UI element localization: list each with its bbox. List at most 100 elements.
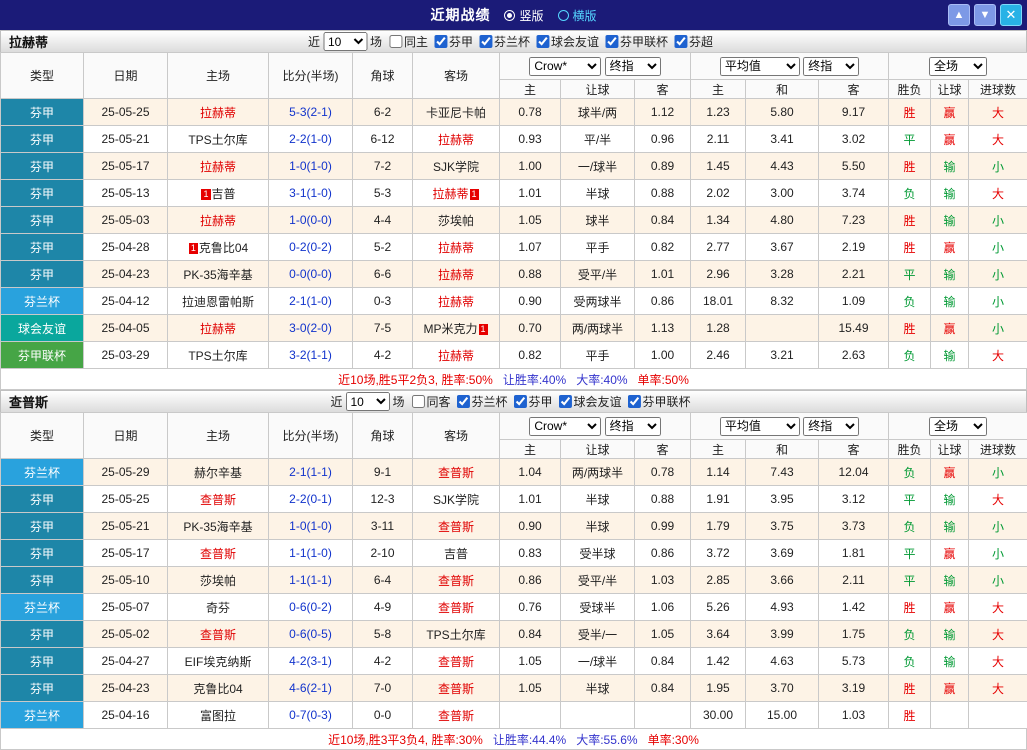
away-team-name[interactable]: MP米克力 [423,322,477,336]
checkbox-input[interactable] [674,35,687,48]
move-down-button[interactable]: ▼ [974,4,996,26]
away-team-name[interactable]: 莎埃帕 [438,214,474,228]
home-team-name[interactable]: 拉迪恩雷帕斯 [182,295,254,309]
match-row: 芬甲 25-04-27 EIF埃克纳斯 4-2(3-1) 4-2 查普斯 1.0… [1,648,1027,675]
away-team-name[interactable]: 拉赫蒂 [438,349,474,363]
away-team-name[interactable]: SJK学院 [433,493,479,507]
cell-home-team: 富图拉 [168,702,269,729]
home-team-name[interactable]: TPS土尔库 [188,133,247,147]
away-team-name[interactable]: 吉普 [444,547,468,561]
filter-checkbox-芬兰杯[interactable]: 芬兰杯 [479,33,530,50]
checkbox-input[interactable] [411,395,424,408]
away-team-name[interactable]: 查普斯 [438,709,474,723]
bookmaker-select[interactable]: Crow* [529,57,601,76]
filter-checkbox-芬超[interactable]: 芬超 [674,33,713,50]
home-team-name[interactable]: TPS土尔库 [188,349,247,363]
checkbox-input[interactable] [434,35,447,48]
home-team-name[interactable]: PK-35海辛基 [183,268,252,282]
home-team-name[interactable]: PK-35海辛基 [183,520,252,534]
away-team-name[interactable]: 查普斯 [438,520,474,534]
filter-checkbox-芬甲联杯[interactable]: 芬甲联杯 [628,393,691,410]
close-button[interactable]: ✕ [1000,4,1022,26]
cell-goals: 大 [969,648,1027,675]
move-up-button[interactable]: ▲ [948,4,970,26]
filter-checkbox-芬甲[interactable]: 芬甲 [514,393,553,410]
away-team-name[interactable]: 拉赫蒂 [438,241,474,255]
cell-euro-away-odds: 2.11 [819,567,889,594]
cell-score: 0-0(0-0) [269,261,353,288]
filter-checkbox-芬兰杯[interactable]: 芬兰杯 [456,393,507,410]
home-team-name[interactable]: 吉普 [212,187,236,201]
home-team-name[interactable]: 克鲁比04 [193,682,242,696]
away-team-name[interactable]: SJK学院 [433,160,479,174]
away-team-name[interactable]: 拉赫蒂 [438,295,474,309]
away-team-name[interactable]: 拉赫蒂 [432,187,468,201]
euro-odds-stage-select[interactable]: 终指 [803,417,859,436]
asia-odds-header: Crow* 终指 [500,53,691,80]
euro-odds-header: 平均值 终指 [691,53,889,80]
filter-checkbox-同客[interactable]: 同客 [411,393,450,410]
window-buttons: ▲ ▼ ✕ [948,4,1022,26]
asia-odds-stage-select[interactable]: 终指 [605,417,661,436]
cell-corners: 7-2 [353,153,413,180]
cell-asia-away-odds: 1.12 [635,99,691,126]
checkbox-label: 同主 [404,33,428,50]
away-team-name[interactable]: TPS土尔库 [426,628,485,642]
up-arrow-icon: ▲ [954,9,965,21]
cell-away-team: 查普斯 [413,648,500,675]
home-team-name[interactable]: 查普斯 [200,547,236,561]
bookmaker-select[interactable]: Crow* [529,417,601,436]
checkbox-input[interactable] [536,35,549,48]
away-team-name[interactable]: 查普斯 [438,655,474,669]
match-scope-select[interactable]: 全场 [929,417,987,436]
home-team-name[interactable]: 查普斯 [200,493,236,507]
checkbox-input[interactable] [605,35,618,48]
euro-odds-stage-select[interactable]: 终指 [803,57,859,76]
home-team-name[interactable]: 拉赫蒂 [200,160,236,174]
checkbox-input[interactable] [479,35,492,48]
cell-asia-home-odds: 1.01 [500,486,561,513]
checkbox-input[interactable] [628,395,641,408]
checkbox-input[interactable] [389,35,402,48]
title-group: 近期战绩 竖版 横版 [430,5,596,25]
home-team-name[interactable]: 拉赫蒂 [200,214,236,228]
home-team-name[interactable]: 富图拉 [200,709,236,723]
filter-checkbox-芬甲[interactable]: 芬甲 [434,33,473,50]
checkbox-input[interactable] [456,395,469,408]
away-team-name[interactable]: 查普斯 [438,574,474,588]
checkbox-input[interactable] [559,395,572,408]
home-team-name[interactable]: 赫尔辛基 [194,466,242,480]
checkbox-input[interactable] [514,395,527,408]
away-team-name[interactable]: 卡亚尼卡帕 [426,106,486,120]
euro-average-select[interactable]: 平均值 [720,417,800,436]
filter-checkbox-芬甲联杯[interactable]: 芬甲联杯 [605,33,668,50]
away-team-name[interactable]: 查普斯 [438,682,474,696]
match-count-select[interactable]: 10 [323,32,367,51]
layout-radio-vertical[interactable]: 竖版 [504,7,543,24]
filter-checkbox-球会友谊[interactable]: 球会友谊 [559,393,622,410]
away-team-name[interactable]: 拉赫蒂 [438,133,474,147]
cell-league-type: 芬甲 [1,621,84,648]
away-team-name[interactable]: 查普斯 [438,466,474,480]
away-team-name[interactable]: 查普斯 [438,601,474,615]
euro-average-select[interactable]: 平均值 [720,57,800,76]
home-team-name[interactable]: 克鲁比04 [199,241,248,255]
match-count-select[interactable]: 10 [345,392,389,411]
home-team-name[interactable]: 奇芬 [206,601,230,615]
filter-checkbox-同主[interactable]: 同主 [389,33,428,50]
filter-checkbox-球会友谊[interactable]: 球会友谊 [536,33,599,50]
cell-league-type: 芬兰杯 [1,288,84,315]
match-row: 芬甲 25-04-23 克鲁比04 4-6(2-1) 7-0 查普斯 1.05 … [1,675,1027,702]
asia-odds-stage-select[interactable]: 终指 [605,57,661,76]
layout-radio-horizontal[interactable]: 横版 [558,7,597,24]
match-scope-select[interactable]: 全场 [929,57,987,76]
home-team-name[interactable]: 查普斯 [200,628,236,642]
home-team-name[interactable]: 莎埃帕 [200,574,236,588]
cell-euro-draw-odds: 4.43 [746,153,819,180]
away-team-name[interactable]: 拉赫蒂 [438,268,474,282]
home-team-name[interactable]: 拉赫蒂 [200,106,236,120]
home-team-name[interactable]: EIF埃克纳斯 [185,655,252,669]
cell-corners: 5-3 [353,180,413,207]
home-team-name[interactable]: 拉赫蒂 [200,322,236,336]
cell-home-team: 莎埃帕 [168,567,269,594]
